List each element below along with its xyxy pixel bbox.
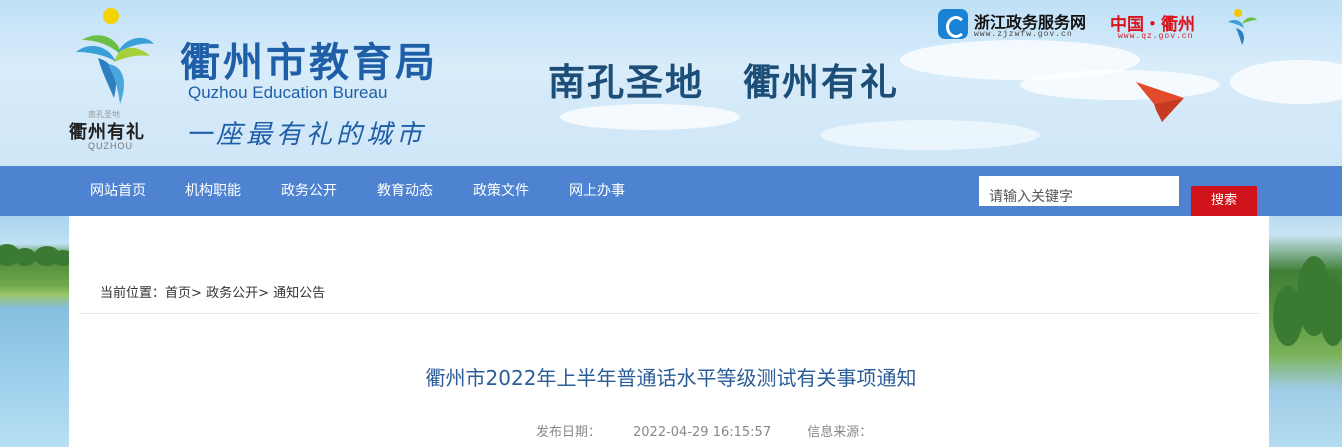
cloud — [1230, 60, 1342, 104]
background-scenery-right — [1269, 216, 1342, 447]
nav-item-home[interactable]: 网站首页 — [90, 166, 146, 216]
breadcrumb-item-notices[interactable]: 通知公告 — [273, 286, 325, 301]
quzhou-emblem-icon[interactable] — [1224, 8, 1258, 46]
zjzwfw-logo-icon — [938, 9, 968, 39]
education-bureau-logo-icon — [76, 35, 154, 104]
nav-item-policy-docs[interactable]: 政策文件 — [473, 166, 529, 216]
logo-city-en-text: QUZHOU — [88, 141, 133, 151]
info-source: 信息来源： — [807, 425, 872, 440]
zjzwfw-link[interactable]: 浙江政务服务网 www.zjzwfw.gov.cn — [938, 6, 1090, 42]
breadcrumb-separator: > — [258, 286, 269, 301]
site-title-en: Quzhou Education Bureau — [188, 83, 388, 102]
article-title: 衢州市2022年上半年普通话水平等级测试有关事项通知 — [425, 366, 917, 390]
breadcrumb-separator: > — [191, 286, 202, 301]
site-title[interactable]: 衢州市教育局 — [180, 30, 438, 88]
info-source-label: 信息来源： — [807, 425, 873, 440]
quzhou-gov-link[interactable]: 中国・衢州 www.qz.gov.cn — [1110, 8, 1206, 42]
search-input[interactable] — [979, 176, 1179, 206]
tree — [1319, 276, 1342, 346]
tagline: 南孔圣地 衢州有礼 — [548, 60, 899, 104]
publish-date-value: 2022-04-29 16:15:57 — [633, 425, 772, 440]
publish-date-label: 发布日期： — [536, 425, 602, 440]
divider — [80, 313, 1259, 314]
breadcrumb-prefix: 当前位置： — [100, 286, 166, 301]
breadcrumb-item-home[interactable]: 首页 — [165, 286, 191, 301]
slogan: 一座最有礼的城市 — [186, 120, 427, 150]
nav-item-gov-affairs[interactable]: 政务公开 — [281, 166, 337, 216]
background-scenery-left — [0, 216, 69, 447]
publish-date: 发布日期： 2022-04-29 16:15:57 — [536, 425, 771, 440]
quzhou-gov-url: www.qz.gov.cn — [1118, 32, 1194, 41]
cloud — [560, 104, 740, 130]
nav-item-education-news[interactable]: 教育动态 — [377, 166, 433, 216]
tree — [14, 248, 36, 266]
breadcrumb: 当前位置：首页> 政务公开> 通知公告 — [100, 282, 325, 301]
nav-item-online-services[interactable]: 网上办事 — [569, 166, 625, 216]
cloud — [1020, 70, 1220, 100]
site-header: 南孔圣地 衢州有礼 QUZHOU 衢州市教育局 Quzhou Education… — [0, 0, 1342, 166]
breadcrumb-item-gov-affairs[interactable]: 政务公开 — [206, 286, 258, 301]
paper-plane-icon — [1136, 82, 1184, 122]
content-panel — [69, 216, 1269, 447]
search-button[interactable]: 搜索 — [1191, 186, 1257, 216]
nav-item-functions[interactable]: 机构职能 — [185, 166, 241, 216]
tree — [52, 250, 69, 266]
zjzwfw-url: www.zjzwfw.gov.cn — [974, 30, 1073, 39]
article-meta: 发布日期： 2022-04-29 16:15:57 信息来源： — [536, 421, 872, 440]
cloud — [820, 120, 1040, 150]
